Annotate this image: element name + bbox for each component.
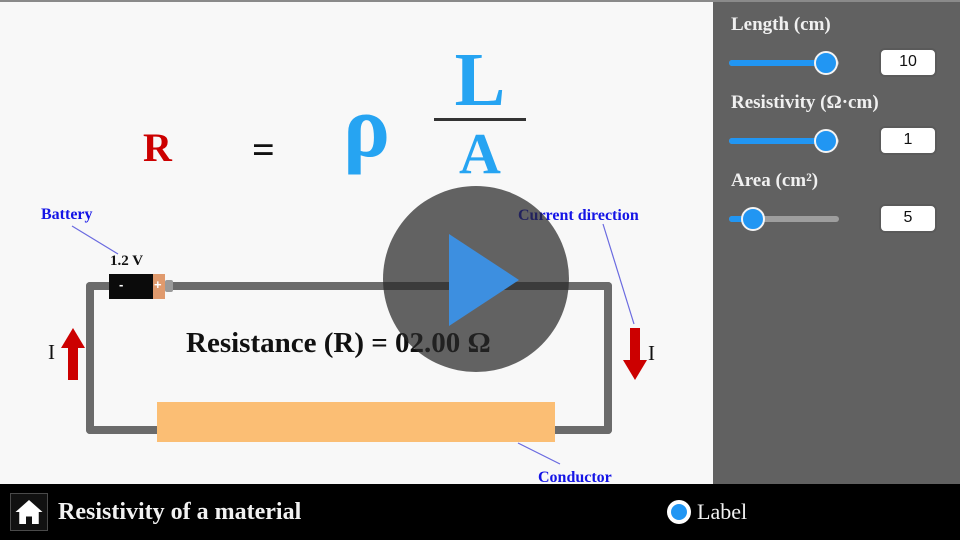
control-area-label: Area (cm²) bbox=[731, 170, 819, 191]
play-button[interactable] bbox=[383, 186, 569, 372]
control-length: Length (cm) 10 bbox=[713, 14, 960, 83]
annotation-battery: Battery bbox=[41, 206, 93, 223]
bottom-toolbar: Resistivity of a material Label English bbox=[0, 484, 960, 540]
control-panel: Length (cm) 10 Resistivity (Ω·cm) 1 Area… bbox=[713, 2, 960, 484]
home-icon bbox=[15, 500, 43, 524]
simulation-stage: R = ρ L A 1.2 V - + I I Battery Current … bbox=[0, 2, 713, 484]
slider-length-thumb[interactable] bbox=[813, 50, 838, 75]
play-triangle-icon bbox=[449, 234, 519, 326]
value-length[interactable]: 10 bbox=[879, 47, 937, 77]
slider-resistivity[interactable] bbox=[729, 128, 839, 153]
label-toggle-text[interactable]: Label bbox=[697, 499, 747, 525]
home-button[interactable] bbox=[10, 493, 48, 531]
slider-length-fill bbox=[729, 59, 826, 66]
slider-area[interactable] bbox=[729, 206, 839, 231]
slider-area-thumb[interactable] bbox=[741, 206, 766, 231]
annotation-conductor: Conductor bbox=[538, 469, 612, 485]
slider-resistivity-fill bbox=[729, 137, 826, 144]
slider-length[interactable] bbox=[729, 50, 839, 75]
page-title: Resistivity of a material bbox=[58, 499, 302, 525]
label-toggle-dot bbox=[671, 504, 687, 520]
control-area: Area (cm²) 5 bbox=[713, 170, 960, 239]
slider-resistivity-thumb[interactable] bbox=[813, 128, 838, 153]
control-length-label: Length (cm) bbox=[731, 14, 831, 35]
label-toggle[interactable] bbox=[667, 500, 691, 524]
simulation-app: R = ρ L A 1.2 V - + I I Battery Current … bbox=[0, 0, 960, 540]
control-resistivity: Resistivity (Ω·cm) 1 bbox=[713, 92, 960, 161]
value-resistivity[interactable]: 1 bbox=[879, 125, 937, 155]
control-resistivity-label: Resistivity (Ω·cm) bbox=[731, 92, 879, 113]
value-area[interactable]: 5 bbox=[879, 203, 937, 233]
annotation-leader-lines bbox=[71, 223, 635, 465]
